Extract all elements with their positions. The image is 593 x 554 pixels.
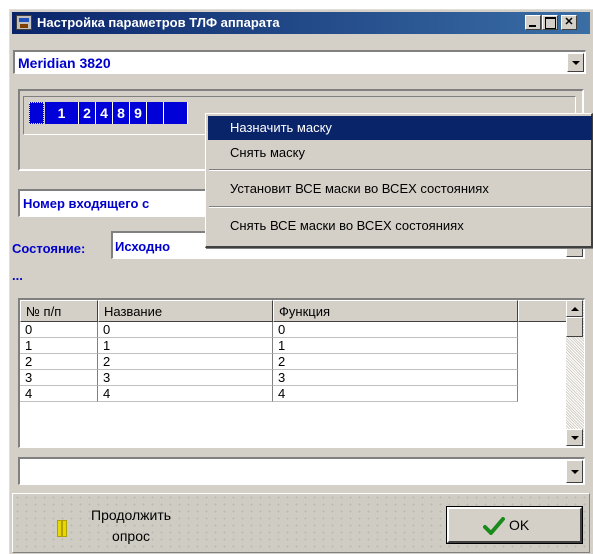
continue-label-line2: опрос (112, 528, 150, 544)
column-header-name[interactable]: Название (98, 300, 273, 322)
settings-window: Настройка параметров ТЛФ аппарата ✕ Meri… (9, 9, 593, 554)
cell-number: 3 (20, 370, 98, 386)
table-row[interactable]: 2 2 2 (20, 354, 567, 370)
menu-item-assign-mask[interactable]: Назначить маску (208, 116, 592, 140)
mask-digit[interactable]: 2 (79, 102, 96, 124)
maximize-button[interactable] (542, 15, 558, 30)
cell-number: 2 (20, 354, 98, 370)
app-icon (16, 15, 32, 30)
cell-number: 4 (20, 386, 98, 402)
menu-separator (209, 169, 591, 171)
bottom-dropdown-arrow-icon[interactable] (566, 460, 583, 483)
table-header: № п/п Название Функция (20, 300, 567, 322)
continue-label-line1: Продолжить (91, 507, 172, 523)
mask-digit[interactable] (29, 102, 44, 124)
table-row[interactable]: 4 4 4 (20, 386, 567, 402)
cell-function: 2 (273, 354, 518, 370)
cell-function: 4 (273, 386, 518, 402)
menu-item-remove-all-masks[interactable]: Снять ВСЕ маски во ВСЕХ состояниях (208, 214, 592, 238)
mask-digit[interactable]: 1 (45, 102, 79, 124)
cell-name: 2 (98, 354, 273, 370)
menu-item-remove-mask[interactable]: Снять маску (208, 141, 592, 165)
scroll-thumb[interactable] (566, 317, 583, 337)
column-header-extra[interactable] (518, 300, 567, 322)
context-menu: Назначить маску Снять маску Установит ВС… (205, 113, 593, 248)
mask-digit[interactable]: 9 (130, 102, 147, 124)
window-title: Настройка параметров ТЛФ аппарата (37, 15, 280, 30)
keys-table: № п/п Название Функция 0 0 0 1 1 1 2 2 2… (18, 298, 585, 448)
table-row[interactable]: 1 1 1 (20, 338, 567, 354)
bottom-select[interactable] (18, 457, 585, 485)
ok-button[interactable]: OK (446, 506, 583, 544)
table-row[interactable]: 0 0 0 (20, 322, 567, 338)
scroll-up-arrow-icon[interactable] (566, 300, 583, 317)
cell-name: 0 (98, 322, 273, 338)
cell-name: 1 (98, 338, 273, 354)
mask-digit[interactable] (164, 102, 188, 124)
continue-polling-button[interactable]: Продолжить опрос (21, 500, 211, 550)
cell-name: 4 (98, 386, 273, 402)
title-bar[interactable]: Настройка параметров ТЛФ аппарата ✕ (12, 12, 590, 34)
mask-digit[interactable] (147, 102, 164, 124)
mask-digit[interactable]: 4 (96, 102, 113, 124)
scroll-down-arrow-icon[interactable] (566, 429, 583, 446)
cell-function: 3 (273, 370, 518, 386)
continue-polling-label: Продолжить опрос (91, 505, 171, 547)
mask-digit[interactable]: 8 (113, 102, 130, 124)
state-select-value: Исходно (115, 239, 171, 254)
incoming-number-value: Номер входящего с (23, 196, 150, 211)
state-extra-label: ... (12, 268, 23, 283)
cell-function: 0 (273, 322, 518, 338)
state-label: Состояние: (12, 241, 86, 256)
pause-icon (57, 520, 67, 537)
table-scrollbar[interactable] (566, 300, 584, 446)
checkmark-icon (483, 517, 505, 535)
button-strip: Продолжить опрос OK (12, 493, 590, 553)
column-header-number[interactable]: № п/п (20, 300, 98, 322)
close-button[interactable]: ✕ (561, 15, 577, 30)
cell-number: 1 (20, 338, 98, 354)
ok-label: OK (509, 517, 530, 533)
cell-function: 1 (273, 338, 518, 354)
model-select-value: Meridian 3820 (18, 55, 111, 71)
cell-number: 0 (20, 322, 98, 338)
model-dropdown-arrow-icon[interactable] (567, 53, 584, 72)
menu-item-set-all-masks[interactable]: Установит ВСЕ маски во ВСЕХ состояниях (208, 177, 592, 201)
minimize-button[interactable] (525, 15, 541, 30)
table-row[interactable]: 3 3 3 (20, 370, 567, 386)
cell-name: 3 (98, 370, 273, 386)
model-select[interactable]: Meridian 3820 (13, 50, 586, 74)
column-header-function[interactable]: Функция (273, 300, 518, 322)
menu-separator (209, 206, 591, 208)
